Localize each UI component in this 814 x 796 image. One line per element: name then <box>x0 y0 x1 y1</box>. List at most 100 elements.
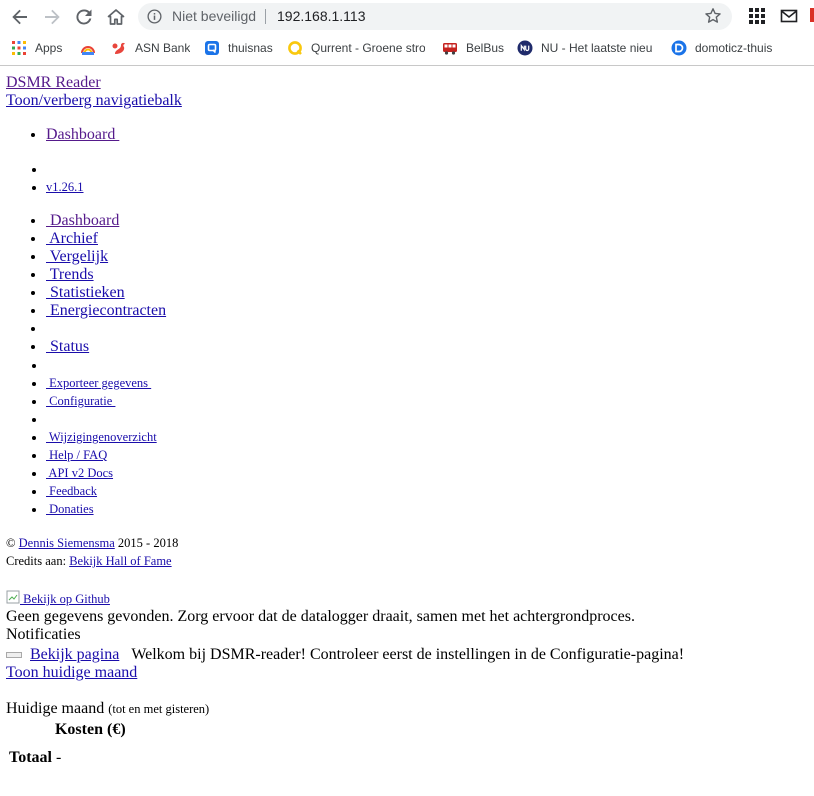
reload-button[interactable] <box>72 5 96 29</box>
info-icon[interactable] <box>147 9 162 24</box>
copyright-line: © Dennis Siemensma 2015 - 2018 <box>6 534 806 552</box>
bookmark-apps[interactable]: Apps <box>11 36 71 60</box>
nav-donaties-link[interactable]: Donaties <box>46 502 93 516</box>
nav-wijzigingen-link[interactable]: Wijzigingenoverzicht <box>46 430 157 444</box>
back-button[interactable] <box>8 5 32 29</box>
nav-item: Feedback <box>46 482 806 500</box>
asn-squirrel-icon <box>112 42 125 54</box>
bookmark-label: thuisnas <box>228 41 273 55</box>
table-header-empty <box>8 720 53 740</box>
copyright-years: 2015 - 2018 <box>114 536 179 550</box>
omnibox-separator <box>265 9 266 24</box>
table-header-costs: Kosten (€) <box>54 721 126 738</box>
nav-api-docs-link[interactable]: API v2 Docs <box>46 466 113 480</box>
nav-item: Configuratie <box>46 392 806 410</box>
nav-dashboard-link[interactable]: Dashboard <box>46 212 119 229</box>
bookmark-label: Qurrent - Groene stro <box>311 41 425 55</box>
notifications-title: Notificaties <box>6 626 81 643</box>
bookmark-nu[interactable]: NU - Het laatste nieu <box>517 36 655 60</box>
credits-line: Credits aan: Bekijk Hall of Fame <box>6 552 806 570</box>
toggle-navbar-link[interactable]: Toon/verberg navigatiebalk <box>6 92 182 109</box>
extensions-grid-icon[interactable] <box>748 7 766 25</box>
bookmark-belbus[interactable]: BelBus <box>442 36 506 60</box>
version-item: v1.26.1 <box>46 178 806 196</box>
main-nav-list: Dashboard Archief Vergelijk Trends Stati… <box>6 212 806 356</box>
nav-help-link[interactable]: Help / FAQ <box>46 448 107 462</box>
nav-item: Energiecontracten <box>46 302 806 320</box>
nav-item: Dashboard <box>46 212 806 230</box>
forward-arrow-icon <box>45 9 60 25</box>
bookmark-label: BelBus <box>466 41 505 55</box>
current-month-title: Huidige maand <box>6 700 105 717</box>
nu-icon <box>517 40 533 56</box>
bookmark-qurrent[interactable]: Qurrent - Groene stro <box>287 36 425 60</box>
security-status[interactable]: Niet beveiligd <box>172 8 256 24</box>
nav-status-link[interactable]: Status <box>46 338 89 355</box>
total-label: Totaal <box>9 749 52 766</box>
show-current-month-link[interactable]: Toon huidige maand <box>6 664 137 681</box>
forward-button[interactable] <box>40 5 64 29</box>
domoticz-icon <box>671 40 687 56</box>
empty-list-item <box>46 320 806 338</box>
table-header-row: Kosten (€) <box>8 720 127 740</box>
top-nav-item: Dashboard <box>46 126 806 144</box>
address-bar[interactable]: Niet beveiligd 192.168.1.113 <box>138 3 732 30</box>
copyright-symbol: © <box>6 536 16 550</box>
qnap-icon <box>205 41 219 55</box>
current-month-subtitle: (tot en met gisteren) <box>108 702 210 716</box>
url-text[interactable]: 192.168.1.113 <box>277 8 366 24</box>
belbus-icon <box>443 43 457 55</box>
nav-export-link[interactable]: Exporteer gegevens <box>46 376 151 390</box>
notification-message: Welkom bij DSMR-reader! Controleer eerst… <box>131 646 685 663</box>
author-link[interactable]: Dennis Siemensma <box>19 536 115 550</box>
github-link[interactable]: Bekijk op Github <box>6 590 110 606</box>
bookmark-rainbow[interactable] <box>80 36 98 60</box>
version-link[interactable]: v1.26.1 <box>46 180 84 194</box>
github-link-label: Bekijk op Github <box>20 592 110 606</box>
browser-chrome: Niet beveiligd 192.168.1.113 Apps ASN Ba… <box>0 0 814 66</box>
bookmark-asn-bank[interactable]: ASN Bank <box>111 36 193 60</box>
table-spacer-row <box>8 742 127 746</box>
brand-link[interactable]: DSMR Reader <box>6 74 101 91</box>
qurrent-icon <box>288 41 302 55</box>
nav-item: Donaties <box>46 500 806 518</box>
home-icon <box>107 9 125 25</box>
mail-icon[interactable] <box>780 7 798 25</box>
bookmark-domoticz[interactable]: domoticz-thuis <box>671 36 791 60</box>
top-nav-dashboard-link[interactable]: Dashboard <box>46 126 119 143</box>
nav-statistieken-link[interactable]: Statistieken <box>46 284 125 301</box>
nav-item: Help / FAQ <box>46 446 806 464</box>
nav-item: Archief <box>46 230 806 248</box>
page-content: DSMR Reader Toon/verberg navigatiebalk D… <box>6 74 806 770</box>
dismiss-notification-button[interactable] <box>6 652 22 659</box>
nav-energiecontracten-link[interactable]: Energiecontracten <box>46 302 166 319</box>
nav-feedback-link[interactable]: Feedback <box>46 484 97 498</box>
bookmark-star-icon[interactable] <box>704 7 722 25</box>
home-button[interactable] <box>104 5 128 29</box>
current-month-heading: Huidige maand (tot en met gisteren) <box>6 700 806 718</box>
show-month-line: Toon huidige maand <box>6 664 806 682</box>
nav-item: Wijzigingenoverzicht <box>46 428 806 446</box>
view-page-link[interactable]: Bekijk pagina <box>30 646 119 663</box>
bookmark-label: domoticz-thuis <box>695 41 773 55</box>
total-value: - <box>55 749 62 766</box>
empty-list-item <box>46 160 806 178</box>
extension-badge[interactable] <box>810 8 814 22</box>
nav-vergelijk-link[interactable]: Vergelijk <box>46 248 108 265</box>
nav-item: Statistieken <box>46 284 806 302</box>
bookmark-label: ASN Bank <box>135 41 191 55</box>
apps-grid-icon <box>12 41 26 55</box>
bookmark-label: NU - Het laatste nieu <box>541 41 653 55</box>
hall-of-fame-link[interactable]: Bekijk Hall of Fame <box>69 554 171 568</box>
empty-list-item <box>46 356 806 374</box>
nav-trends-link[interactable]: Trends <box>46 266 94 283</box>
nav-configuratie-link[interactable]: Configuratie <box>46 394 115 408</box>
no-data-message: Geen gegevens gevonden. Zorg ervoor dat … <box>6 608 635 625</box>
table-row: Totaal - <box>8 748 127 768</box>
nav-archief-link[interactable]: Archief <box>46 230 98 247</box>
bookmark-thuisnas[interactable]: thuisnas <box>204 36 284 60</box>
nav-item: API v2 Docs <box>46 464 806 482</box>
version-list: v1.26.1 <box>6 160 806 196</box>
rainbow-icon <box>81 46 95 55</box>
notification-row: Bekijk pagina Welkom bij DSMR-reader! Co… <box>6 646 806 664</box>
